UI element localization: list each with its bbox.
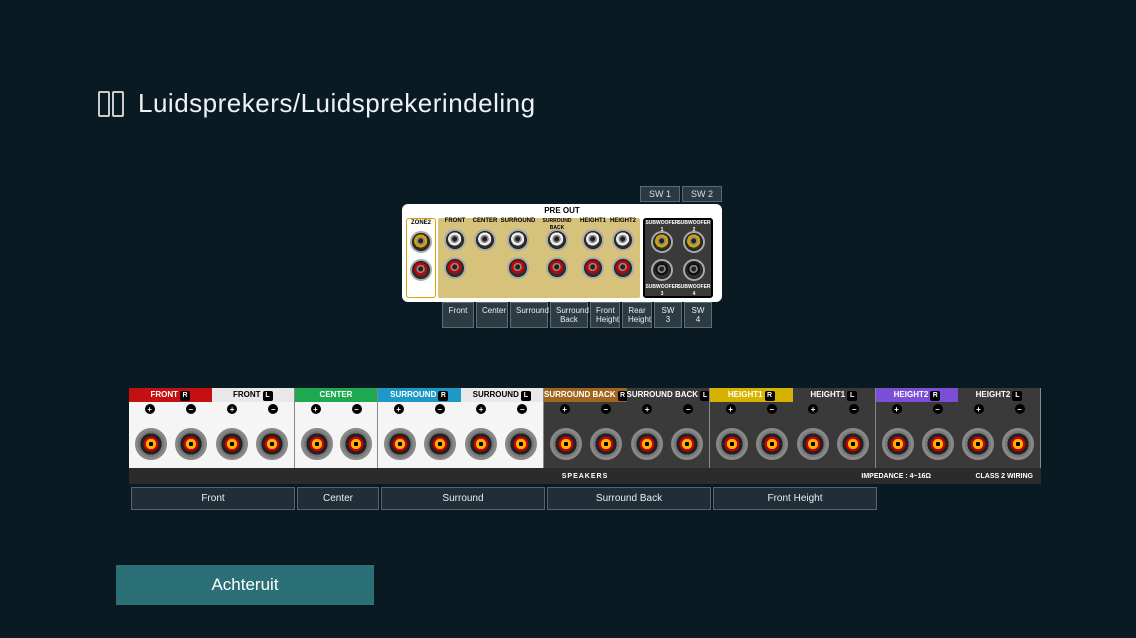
binding-post — [465, 428, 497, 460]
zone2-label: ZONE2 — [411, 220, 431, 228]
preout-col-label: HEIGHT2 — [610, 218, 636, 226]
binding-post — [424, 428, 456, 460]
back-button[interactable]: Achteruit — [116, 565, 374, 605]
rca-jack — [546, 229, 568, 251]
page-header: Luidsprekers/Luidsprekerindeling — [98, 88, 536, 119]
binding-post — [882, 428, 914, 460]
binding-post — [340, 428, 372, 460]
tab-surround[interactable]: Surround — [510, 302, 548, 328]
binding-post — [135, 428, 167, 460]
tab-front[interactable]: Front — [442, 302, 474, 328]
binding-post — [837, 428, 869, 460]
rca-jack — [546, 257, 568, 279]
rca-jack — [683, 231, 705, 253]
preout-bottom-tabs: Front Center Surround Surround Back Fron… — [442, 302, 712, 328]
rca-jack — [612, 229, 634, 251]
binding-post — [216, 428, 248, 460]
terminal-header-cell: HEIGHT2L — [958, 388, 1040, 402]
speaker-terminals: FRONTRFRONTL+–+–CENTER+–SURROUNDRSURROUN… — [129, 388, 1041, 484]
rca-jack — [612, 257, 634, 279]
terminal-header-cell: FRONTR — [129, 388, 212, 402]
tab-surround-back[interactable]: Surround Back — [550, 302, 588, 328]
assign-tab[interactable]: Surround — [381, 487, 545, 510]
binding-post — [716, 428, 748, 460]
binding-post — [301, 428, 333, 460]
preout-col-label: SUBWOOFER 1 — [645, 220, 678, 228]
binding-post — [756, 428, 788, 460]
terminal-header-cell: SURROUNDL — [461, 388, 544, 402]
preout-col-label: SUBWOOFER 2 — [677, 220, 710, 228]
preout-zone2: ZONE2 — [406, 218, 436, 298]
page-title: Luidsprekers/Luidsprekerindeling — [138, 88, 536, 119]
binding-post — [797, 428, 829, 460]
binding-post — [962, 428, 994, 460]
rca-jack — [683, 259, 705, 281]
preout-main-block: FRONT CENTER SURROUND SURROUND BACK — [438, 218, 640, 298]
assign-tab[interactable]: Center — [297, 487, 379, 510]
rca-jack — [507, 257, 529, 279]
preout-col-label: SURROUND BACK — [536, 218, 578, 226]
tab-front-height[interactable]: Front Height — [590, 302, 620, 328]
rca-jack — [582, 229, 604, 251]
speaker-icon — [98, 91, 124, 117]
preout-col-label: CENTER — [473, 218, 498, 226]
tab-sw1[interactable]: SW 1 — [640, 186, 680, 202]
assignment-tabs: FrontCenterSurroundSurround BackFront He… — [131, 487, 877, 510]
rca-jack — [444, 229, 466, 251]
terminal-header-cell: FRONTL — [212, 388, 295, 402]
tab-rear-height[interactable]: Rear Height — [622, 302, 652, 328]
rca-jack — [507, 229, 529, 251]
class-label: CLASS 2 WIRING — [975, 473, 1033, 480]
rca-jack — [474, 229, 496, 251]
terminal-footer: SPEAKERS IMPEDANCE : 4~16Ω CLASS 2 WIRIN… — [129, 468, 1041, 484]
terminal-header-cell: SURROUND BACKR — [544, 388, 627, 402]
rca-jack — [651, 231, 673, 253]
terminal-header-cell: HEIGHT1L — [793, 388, 876, 402]
rca-jack — [582, 257, 604, 279]
preout-title: PRE OUT — [402, 206, 722, 215]
terminal-header-cell: HEIGHT1R — [710, 388, 793, 402]
rca-jack — [651, 259, 673, 281]
terminal-header-cell: SURROUND BACKL — [627, 388, 710, 402]
terminal-header-cell: SURROUNDR — [378, 388, 461, 402]
preout-col-label: HEIGHT1 — [580, 218, 606, 226]
tab-sw4[interactable]: SW 4 — [684, 302, 712, 328]
binding-post — [590, 428, 622, 460]
preout-col-label: SUBWOOFER 3 — [645, 284, 678, 292]
rca-jack — [444, 257, 466, 279]
tab-sw3[interactable]: SW 3 — [654, 302, 682, 328]
terminal-header-cell: CENTER — [295, 388, 377, 402]
binding-post — [384, 428, 416, 460]
binding-post — [550, 428, 582, 460]
impedance-label: IMPEDANCE : 4~16Ω — [861, 473, 931, 480]
preout-col-label: SUBWOOFER 4 — [677, 284, 710, 292]
binding-post — [671, 428, 703, 460]
tab-center[interactable]: Center — [476, 302, 508, 328]
speakers-label: SPEAKERS — [562, 473, 609, 480]
terminal-header-cell: HEIGHT2R — [876, 388, 958, 402]
binding-post — [922, 428, 954, 460]
preout-subwoofer-block: SUBWOOFER 1 SUBWOOFER 3 SUBWOOFER 2 SUBW… — [643, 218, 713, 298]
tab-sw2[interactable]: SW 2 — [682, 186, 722, 202]
binding-post — [505, 428, 537, 460]
binding-post — [175, 428, 207, 460]
assign-tab[interactable]: Front — [131, 487, 295, 510]
preout-panel: PRE OUT ZONE2 FRONT CENTER — [402, 204, 722, 302]
binding-post — [256, 428, 288, 460]
preout-col-label: FRONT — [445, 218, 466, 226]
binding-post — [631, 428, 663, 460]
preout-col-label: SURROUND — [501, 218, 536, 226]
assign-tab[interactable]: Surround Back — [547, 487, 711, 510]
binding-post — [1002, 428, 1034, 460]
rca-jack — [410, 231, 432, 253]
sw-top-tabs: SW 1 SW 2 — [640, 186, 722, 202]
assign-tab[interactable]: Front Height — [713, 487, 877, 510]
rca-jack — [410, 259, 432, 281]
